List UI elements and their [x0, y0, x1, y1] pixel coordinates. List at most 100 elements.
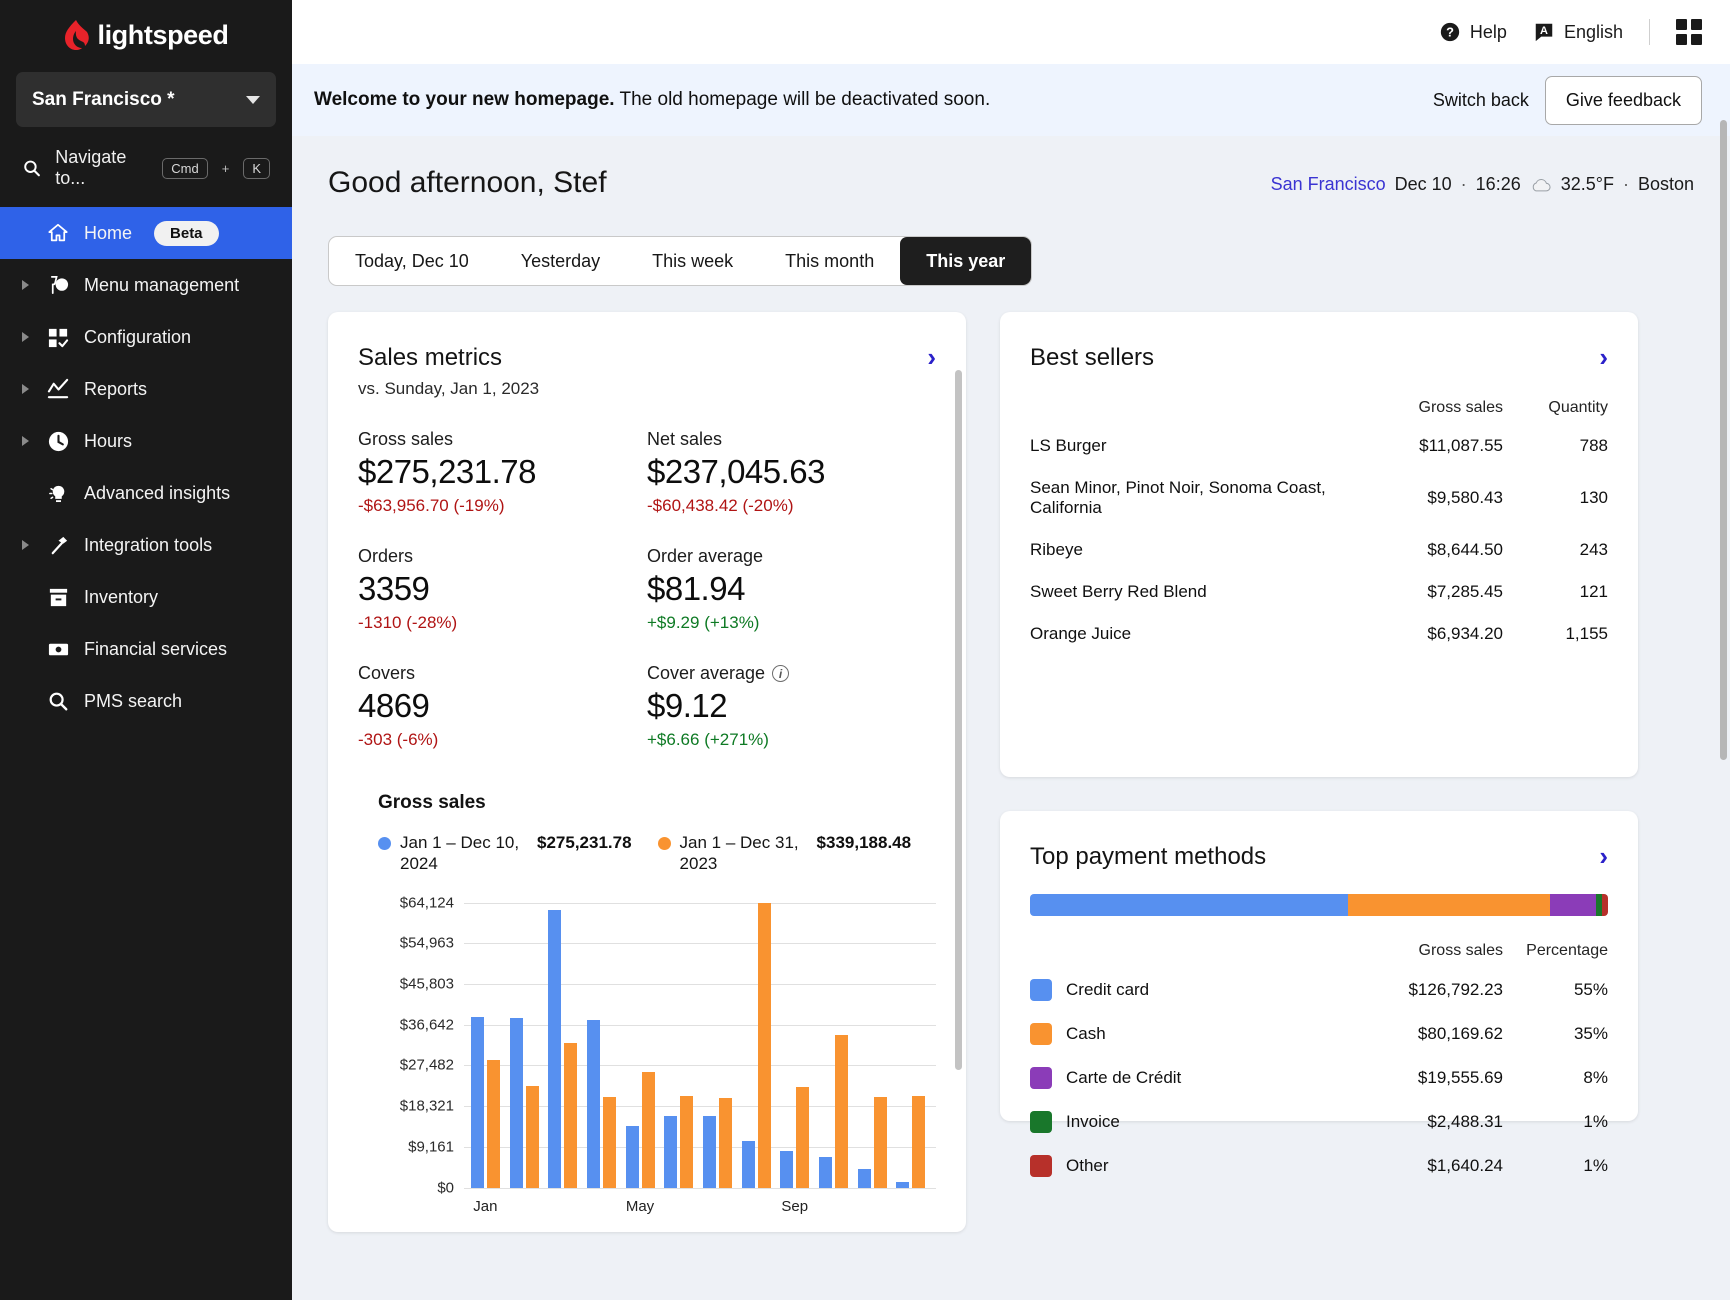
- header-location-link[interactable]: San Francisco: [1271, 174, 1386, 195]
- cell-product: Sweet Berry Red Blend: [1030, 571, 1338, 613]
- metric-value: 4869: [358, 687, 647, 725]
- help-button[interactable]: ? Help: [1439, 21, 1507, 43]
- sidebar-item-reports[interactable]: Reports: [0, 363, 292, 415]
- sidebar-item-configuration[interactable]: Configuration: [0, 311, 292, 363]
- chart-bar[interactable]: [664, 1116, 677, 1188]
- chart-bar[interactable]: [819, 1157, 832, 1188]
- chart-bar-group[interactable]: [466, 1017, 505, 1188]
- kbd-k: K: [243, 158, 270, 179]
- card-scrollbar[interactable]: [955, 370, 962, 1070]
- location-selector[interactable]: San Francisco *: [16, 72, 276, 127]
- chevron-down-icon: [246, 96, 260, 104]
- chart-x-tick: [582, 1188, 621, 1222]
- chart-bar[interactable]: [912, 1096, 925, 1187]
- chart-bar-group[interactable]: [659, 1096, 698, 1187]
- payment-stack-segment[interactable]: [1550, 894, 1596, 916]
- sidebar-item-label: Integration tools: [84, 535, 212, 556]
- chart-bar[interactable]: [758, 903, 771, 1188]
- method-label: Invoice: [1066, 1112, 1120, 1132]
- chart-bar[interactable]: [703, 1116, 716, 1188]
- chart-bar-group[interactable]: [505, 1018, 544, 1187]
- sidebar-item-financial-services[interactable]: Financial services: [0, 623, 292, 675]
- sidebar-nav: Home Beta Menu management: [0, 207, 292, 727]
- table-row: LS Burger $11,087.55 788: [1030, 425, 1608, 467]
- sidebar-item-hours[interactable]: Hours: [0, 415, 292, 467]
- chart-bar[interactable]: [858, 1169, 871, 1188]
- chart-bar[interactable]: [742, 1141, 755, 1187]
- sales-card-chevron-icon[interactable]: ›: [927, 344, 936, 370]
- cell-product: LS Burger: [1030, 425, 1338, 467]
- chart-bar[interactable]: [603, 1097, 616, 1188]
- chart-bar[interactable]: [719, 1098, 732, 1188]
- chart-bar[interactable]: [564, 1043, 577, 1188]
- chart-bar[interactable]: [626, 1126, 639, 1188]
- chart-bar[interactable]: [587, 1020, 600, 1187]
- best-sellers-header: Best sellers ›: [1030, 342, 1608, 373]
- chart-bar[interactable]: [874, 1097, 887, 1188]
- chart-bar[interactable]: [471, 1017, 484, 1188]
- chart-bar-group[interactable]: [582, 1020, 621, 1187]
- header-temperature: 32.5°F: [1561, 174, 1614, 195]
- brand-logo[interactable]: lightspeed: [0, 0, 292, 64]
- col-quantity: Quantity: [1503, 391, 1608, 425]
- metric-cover-average: Cover average i $9.12 +$6.66 (+271%): [647, 663, 936, 750]
- payment-methods-header: Top payment methods ›: [1030, 841, 1608, 872]
- context-info: San Francisco Dec 10 · 16:26 32.5°F · Bo…: [1271, 166, 1694, 195]
- chart-bar[interactable]: [796, 1087, 809, 1187]
- table-row: Invoice $2,488.31 1%: [1030, 1100, 1608, 1144]
- page-scrollbar[interactable]: [1720, 120, 1727, 760]
- sidebar-item-inventory[interactable]: Inventory: [0, 571, 292, 623]
- language-selector[interactable]: A English: [1533, 21, 1623, 43]
- banner-bold: Welcome to your new homepage.: [314, 89, 615, 110]
- info-icon[interactable]: i: [772, 665, 789, 682]
- chart-bar-group[interactable]: [737, 903, 776, 1188]
- best-sellers-chevron-icon[interactable]: ›: [1599, 342, 1608, 373]
- sidebar-item-label: Hours: [84, 431, 132, 452]
- chart-title: Gross sales: [378, 792, 936, 814]
- color-swatch: [1030, 1067, 1052, 1089]
- chart-bar-group[interactable]: [621, 1072, 660, 1187]
- tab-this-month[interactable]: This month: [759, 237, 900, 285]
- banner-text: Welcome to your new homepage. The old ho…: [314, 89, 990, 111]
- chart-bar-group[interactable]: [891, 1096, 930, 1187]
- chart-bar-group[interactable]: [698, 1098, 737, 1188]
- tab-this-week[interactable]: This week: [626, 237, 759, 285]
- tab-yesterday[interactable]: Yesterday: [495, 237, 626, 285]
- chart-bar[interactable]: [680, 1096, 693, 1187]
- sidebar-item-home[interactable]: Home Beta: [0, 207, 292, 259]
- chart-bar[interactable]: [487, 1060, 500, 1188]
- chart-bar-group[interactable]: [814, 1035, 853, 1188]
- apps-grid-icon[interactable]: [1676, 19, 1702, 45]
- chart-bar[interactable]: [510, 1018, 523, 1187]
- chart-bar-group[interactable]: [543, 910, 582, 1187]
- sidebar-item-menu-management[interactable]: Menu management: [0, 259, 292, 311]
- payment-methods-chevron-icon[interactable]: ›: [1599, 841, 1608, 872]
- chart-x-tick: May: [621, 1188, 660, 1222]
- chart-bar[interactable]: [526, 1086, 539, 1187]
- chart-bar-group[interactable]: [775, 1087, 814, 1187]
- method-label: Carte de Crédit: [1066, 1068, 1181, 1088]
- cell-pct: 35%: [1503, 1012, 1608, 1056]
- menu-management-icon: [44, 274, 72, 297]
- navigate-search[interactable]: Navigate to... Cmd + K: [0, 127, 292, 201]
- legend-item-2023[interactable]: Jan 1 – Dec 31, 2023 $339,188.48: [658, 832, 912, 875]
- sales-card-title: Sales metrics: [358, 344, 539, 372]
- chart-bar[interactable]: [835, 1035, 848, 1188]
- tab-this-year[interactable]: This year: [900, 237, 1031, 285]
- give-feedback-button[interactable]: Give feedback: [1545, 76, 1702, 125]
- payment-stack-segment[interactable]: [1030, 894, 1348, 916]
- tab-today[interactable]: Today, Dec 10: [329, 237, 495, 285]
- sidebar-item-pms-search[interactable]: PMS search: [0, 675, 292, 727]
- switch-back-button[interactable]: Switch back: [1433, 90, 1529, 111]
- chart-x-tick: [853, 1188, 892, 1222]
- sidebar-item-integration-tools[interactable]: Integration tools: [0, 519, 292, 571]
- chart-bar[interactable]: [548, 910, 561, 1187]
- chart-bar-group[interactable]: [853, 1097, 892, 1188]
- payment-methods-title: Top payment methods: [1030, 843, 1266, 871]
- payment-stack-segment[interactable]: [1602, 894, 1608, 916]
- chart-bar[interactable]: [780, 1151, 793, 1188]
- chart-bar[interactable]: [642, 1072, 655, 1187]
- payment-stack-segment[interactable]: [1348, 894, 1550, 916]
- legend-item-2024[interactable]: Jan 1 – Dec 10, 2024 $275,231.78: [378, 832, 632, 875]
- sidebar-item-advanced-insights[interactable]: Advanced insights: [0, 467, 292, 519]
